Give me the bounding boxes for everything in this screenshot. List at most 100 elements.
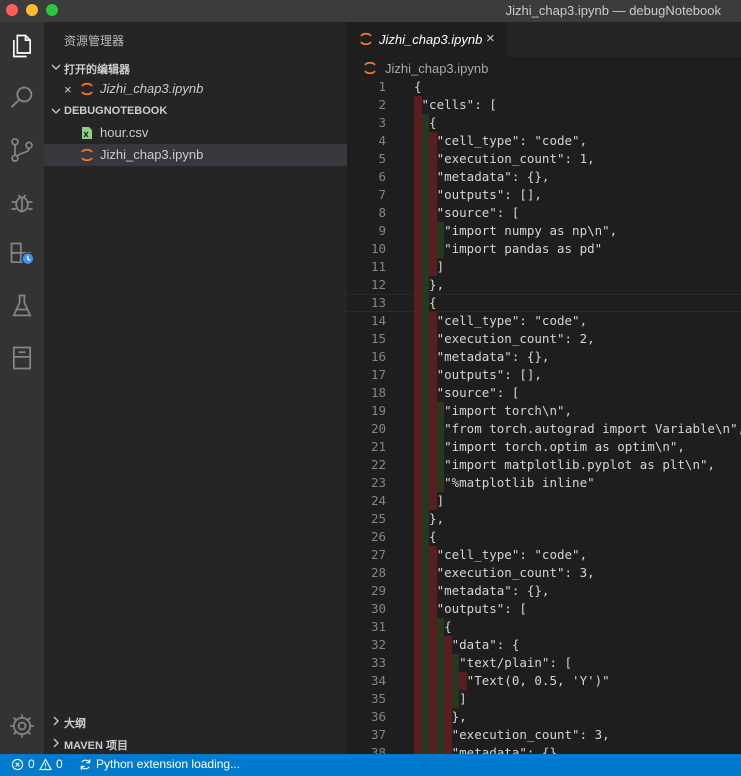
code-line[interactable]: 7 "outputs": [], (347, 186, 741, 204)
code-line[interactable]: 8 "source": [ (347, 204, 741, 222)
code-text: { (414, 295, 437, 310)
code-line[interactable]: 5 "execution_count": 1, (347, 150, 741, 168)
line-number: 19 (370, 403, 386, 418)
maven-header[interactable]: MAVEN 项目 (44, 732, 347, 754)
code-line[interactable]: 36 }, (347, 708, 741, 726)
code-line[interactable]: 26 { (347, 528, 741, 546)
folder-label: DEBUGNOTEBOOK (64, 105, 168, 117)
line-number: 24 (370, 493, 386, 508)
line-number: 30 (370, 601, 386, 616)
code-line[interactable]: 24 ] (347, 492, 741, 510)
source-control-icon[interactable] (6, 134, 38, 166)
line-number: 31 (370, 619, 386, 634)
sidebar-title: 资源管理器 (64, 34, 125, 48)
code-line[interactable]: 14 "cell_type": "code", (347, 312, 741, 330)
status-message[interactable]: Python extension loading... (96, 757, 240, 771)
code-line[interactable]: 38 "metadata": {}, (347, 744, 741, 754)
folder-header[interactable]: DEBUGNOTEBOOK (44, 100, 347, 122)
jupyter-file-icon (81, 82, 93, 96)
tab-label: Jizhi_chap3.ipynb (379, 32, 483, 47)
code-line[interactable]: 21 "import torch.optim as optim\n", (347, 438, 741, 456)
breadcrumb[interactable]: Jizhi_chap3.ipynb (347, 57, 741, 79)
line-number: 11 (370, 259, 386, 274)
code-line[interactable]: 31 { (347, 618, 741, 636)
line-number: 17 (370, 367, 386, 382)
window-title: Jizhi_chap3.ipynb — debugNotebook (505, 3, 721, 18)
code-line[interactable]: 17 "outputs": [], (347, 366, 741, 384)
code-line[interactable]: 33 "text/plain": [ (347, 654, 741, 672)
close-editor-icon[interactable]: × (64, 82, 72, 97)
tab-close-icon[interactable]: × (486, 30, 495, 47)
extensions-icon[interactable] (6, 238, 38, 270)
warning-count[interactable]: 0 (56, 757, 63, 771)
code-line[interactable]: 27 "cell_type": "code", (347, 546, 741, 564)
code-text: { (414, 619, 452, 634)
line-number: 18 (370, 385, 386, 400)
status-bar: 0 0 Python extension loading... (0, 754, 741, 776)
line-number: 21 (370, 439, 386, 454)
notebook-icon[interactable] (6, 342, 38, 374)
error-count[interactable]: 0 (28, 757, 35, 771)
debug-icon[interactable] (6, 186, 38, 218)
line-number: 38 (370, 745, 386, 754)
code-line[interactable]: 9 "import numpy as np\n", (347, 222, 741, 240)
testing-icon[interactable] (6, 290, 38, 322)
code-line[interactable]: 37 "execution_count": 3, (347, 726, 741, 744)
search-icon[interactable] (6, 82, 38, 114)
editor-tab[interactable]: Jizhi_chap3.ipynb × (347, 22, 507, 57)
open-editors-header[interactable]: 打开的编辑器 (44, 56, 347, 78)
activity-bar (0, 22, 44, 754)
code-line[interactable]: 1{ (347, 78, 741, 96)
code-line[interactable]: 30 "outputs": [ (347, 600, 741, 618)
code-line[interactable]: 25 }, (347, 510, 741, 528)
explorer-icon[interactable] (6, 30, 38, 62)
line-number: 34 (370, 673, 386, 688)
code-line[interactable]: 29 "metadata": {}, (347, 582, 741, 600)
code-line[interactable]: 13 { (347, 294, 741, 312)
code-text: "cell_type": "code", (414, 133, 588, 148)
minimize-window-button[interactable] (26, 4, 38, 16)
code-line[interactable]: 22 "import matplotlib.pyplot as plt\n", (347, 456, 741, 474)
code-text: "execution_count": 1, (414, 151, 595, 166)
code-text: "from torch.autograd import Variable\n", (414, 421, 741, 436)
open-editor-item[interactable]: × Jizhi_chap3.ipynb (44, 78, 347, 100)
code-line[interactable]: 35 ] (347, 690, 741, 708)
code-line[interactable]: 19 "import torch\n", (347, 402, 741, 420)
code-line[interactable]: 3 { (347, 114, 741, 132)
code-line[interactable]: 6 "metadata": {}, (347, 168, 741, 186)
code-line[interactable]: 12 }, (347, 276, 741, 294)
file-item-hour-csv[interactable]: hour.csv (44, 122, 347, 144)
code-text: "execution_count": 3, (414, 565, 595, 580)
code-text: "cells": [ (414, 97, 497, 112)
code-line[interactable]: 28 "execution_count": 3, (347, 564, 741, 582)
chevron-down-icon (51, 64, 61, 70)
code-line[interactable]: 20 "from torch.autograd import Variable\… (347, 420, 741, 438)
line-number: 1 (378, 79, 386, 94)
code-line[interactable]: 34 "Text(0, 0.5, 'Y')" (347, 672, 741, 690)
line-number: 6 (378, 169, 386, 184)
close-window-button[interactable] (6, 4, 18, 16)
code-line[interactable]: 18 "source": [ (347, 384, 741, 402)
line-number: 10 (370, 241, 386, 256)
code-text: "outputs": [ (414, 601, 527, 616)
code-line[interactable]: 4 "cell_type": "code", (347, 132, 741, 150)
line-number: 12 (370, 277, 386, 292)
code-line[interactable]: 11 ] (347, 258, 741, 276)
code-line[interactable]: 10 "import pandas as pd" (347, 240, 741, 258)
line-number: 3 (378, 115, 386, 130)
code-line[interactable]: 2 "cells": [ (347, 96, 741, 114)
line-number: 36 (370, 709, 386, 724)
editor-area: Jizhi_chap3.ipynb × Jizhi_chap3.ipynb 1{… (347, 22, 741, 754)
code-text: }, (414, 511, 445, 526)
code-text: "Text(0, 0.5, 'Y')" (414, 673, 610, 688)
code-line[interactable]: 16 "metadata": {}, (347, 348, 741, 366)
code-line[interactable]: 15 "execution_count": 2, (347, 330, 741, 348)
outline-header[interactable]: 大纲 (44, 710, 347, 732)
code-line[interactable]: 23 "%matplotlib inline" (347, 474, 741, 492)
zoom-window-button[interactable] (46, 4, 58, 16)
file-item-jizhi-ipynb[interactable]: Jizhi_chap3.ipynb (44, 144, 347, 166)
code-editor[interactable]: 1{2 "cells": [3 {4 "cell_type": "code", 5… (347, 78, 741, 754)
code-line[interactable]: 32 "data": { (347, 636, 741, 654)
settings-gear-icon[interactable] (6, 710, 38, 742)
title-bar: Jizhi_chap3.ipynb — debugNotebook (0, 0, 741, 22)
